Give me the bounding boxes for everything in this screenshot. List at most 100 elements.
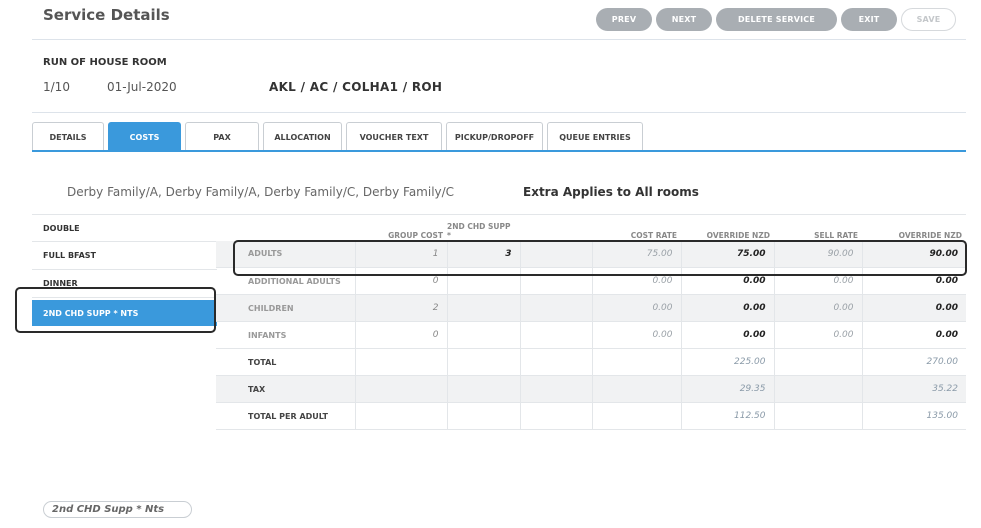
cost-rate-cell: 0.00 — [592, 267, 682, 295]
room-index: 1/10 — [43, 80, 70, 94]
override-cost-cell[interactable]: 0.00 — [681, 294, 775, 322]
sell-rate-cell: 0.00 — [774, 267, 863, 295]
row-label: ADULTS — [216, 240, 356, 268]
room-code: AKL / AC / COLHA1 / ROH — [269, 80, 443, 94]
blank-cell — [520, 294, 593, 322]
sell-rate-cell: 90.00 — [774, 240, 863, 268]
group-cost-cell[interactable]: 0 — [355, 267, 448, 295]
per-adult-cost-cell: 112.50 — [681, 402, 775, 430]
table-row: CHILDREN 2 0.00 0.00 0.00 0.00 — [216, 294, 966, 322]
cost-rate-cell: 0.00 — [592, 294, 682, 322]
blank-cell — [520, 267, 593, 295]
empty-cell — [774, 402, 863, 430]
empty-cell — [355, 402, 448, 430]
exit-button[interactable]: EXIT — [841, 8, 897, 31]
extras-list: DOUBLE FULL BFAST DINNER 2ND CHD SUPP * … — [32, 214, 217, 328]
delete-service-button[interactable]: DELETE SERVICE — [716, 8, 837, 31]
empty-cell — [774, 348, 863, 376]
room-date: 01-Jul-2020 — [107, 80, 177, 94]
tab-underline — [32, 150, 966, 152]
costs-header-row: GROUP COST 2ND CHD SUPP * COST RATE OVER… — [216, 214, 966, 241]
cost-rate-cell: 0.00 — [592, 321, 682, 349]
tab-queue-entries[interactable]: QUEUE ENTRIES — [547, 122, 643, 151]
table-row: TOTAL PER ADULT 112.50 135.00 — [216, 402, 966, 430]
empty-cell — [447, 348, 521, 376]
table-row: ADDITIONAL ADULTS 0 0.00 0.00 0.00 0.00 — [216, 267, 966, 295]
blank-cell — [520, 321, 593, 349]
row-label: CHILDREN — [216, 294, 356, 322]
row-label: TOTAL PER ADULT — [216, 402, 356, 430]
override-sell-cell[interactable]: 0.00 — [862, 321, 966, 349]
sell-rate-cell: 0.00 — [774, 321, 863, 349]
header-blank — [520, 214, 592, 241]
extra-item-2nd-chd-supp[interactable]: 2ND CHD SUPP * NTS — [32, 300, 217, 326]
pax-names: Derby Family/A, Derby Family/A, Derby Fa… — [67, 185, 455, 199]
override-cost-cell[interactable]: 0.00 — [681, 321, 775, 349]
row-label: INFANTS — [216, 321, 356, 349]
prev-button[interactable]: PREV — [596, 8, 652, 31]
group-cost-cell[interactable]: 2 — [355, 294, 448, 322]
empty-cell — [520, 348, 593, 376]
empty-cell — [592, 375, 682, 403]
extra-item-double[interactable]: DOUBLE — [32, 214, 217, 242]
table-row: TAX 29.35 35.22 — [216, 375, 966, 403]
tab-pickup-dropoff[interactable]: PICKUP/DROPOFF — [446, 122, 543, 151]
extra-item-full-bfast[interactable]: FULL BFAST — [32, 242, 217, 270]
tax-sell-cell: 35.22 — [862, 375, 966, 403]
header-cost-rate: COST RATE — [592, 214, 681, 241]
costs-table: GROUP COST 2ND CHD SUPP * COST RATE OVER… — [216, 214, 966, 430]
empty-cell — [447, 375, 521, 403]
override-cost-cell[interactable]: 0.00 — [681, 267, 775, 295]
chd-supp-cell[interactable] — [447, 294, 521, 322]
override-cost-cell[interactable]: 75.00 — [681, 240, 775, 268]
header-override-sell: OVERRIDE NZD — [862, 214, 966, 241]
total-cost-cell: 225.00 — [681, 348, 775, 376]
page-title: Service Details — [43, 6, 170, 24]
row-label: TOTAL — [216, 348, 356, 376]
tab-allocation[interactable]: ALLOCATION — [263, 122, 342, 151]
tab-pax[interactable]: PAX — [185, 122, 259, 151]
empty-cell — [447, 402, 521, 430]
save-button[interactable]: SAVE — [901, 8, 956, 31]
table-row: ADULTS 1 3 75.00 75.00 90.00 90.00 — [216, 240, 966, 268]
override-sell-cell[interactable]: 0.00 — [862, 267, 966, 295]
row-label: TAX — [216, 375, 356, 403]
empty-cell — [592, 348, 682, 376]
row-label: ADDITIONAL ADULTS — [216, 267, 356, 295]
empty-cell — [520, 375, 593, 403]
per-adult-sell-cell: 135.00 — [862, 402, 966, 430]
cost-rate-cell: 75.00 — [592, 240, 682, 268]
tab-voucher-text[interactable]: VOUCHER TEXT — [346, 122, 442, 151]
room-divider — [32, 112, 966, 113]
header-group-cost: GROUP COST — [355, 214, 447, 241]
toolbar: PREV NEXT DELETE SERVICE EXIT SAVE — [596, 8, 956, 31]
header-override-cost: OVERRIDE NZD — [681, 214, 774, 241]
chd-supp-cell[interactable] — [447, 321, 521, 349]
extra-item-dinner[interactable]: DINNER — [32, 270, 217, 298]
tab-details[interactable]: DETAILS — [32, 122, 104, 151]
empty-cell — [520, 402, 593, 430]
next-button[interactable]: NEXT — [656, 8, 712, 31]
group-cost-cell[interactable]: 1 — [355, 240, 448, 268]
tax-cost-cell: 29.35 — [681, 375, 775, 403]
room-name: RUN OF HOUSE ROOM — [43, 57, 167, 68]
header-sell-rate: SELL RATE — [774, 214, 862, 241]
chd-supp-cell[interactable] — [447, 267, 521, 295]
total-sell-cell: 270.00 — [862, 348, 966, 376]
empty-cell — [355, 375, 448, 403]
empty-cell — [592, 402, 682, 430]
sell-rate-cell: 0.00 — [774, 294, 863, 322]
header-label — [216, 214, 355, 241]
table-row: TOTAL 225.00 270.00 — [216, 348, 966, 376]
group-cost-cell[interactable]: 0 — [355, 321, 448, 349]
header-divider — [32, 39, 966, 40]
extra-name-pill: 2nd CHD Supp * Nts — [43, 501, 192, 518]
override-sell-cell[interactable]: 90.00 — [862, 240, 966, 268]
tab-bar: DETAILS COSTS PAX ALLOCATION VOUCHER TEX… — [32, 122, 643, 151]
empty-cell — [355, 348, 448, 376]
chd-supp-cell[interactable]: 3 — [447, 240, 521, 268]
blank-cell — [520, 240, 593, 268]
override-sell-cell[interactable]: 0.00 — [862, 294, 966, 322]
tab-costs[interactable]: COSTS — [108, 122, 181, 151]
header-2nd-chd-supp: 2ND CHD SUPP * — [447, 214, 520, 241]
